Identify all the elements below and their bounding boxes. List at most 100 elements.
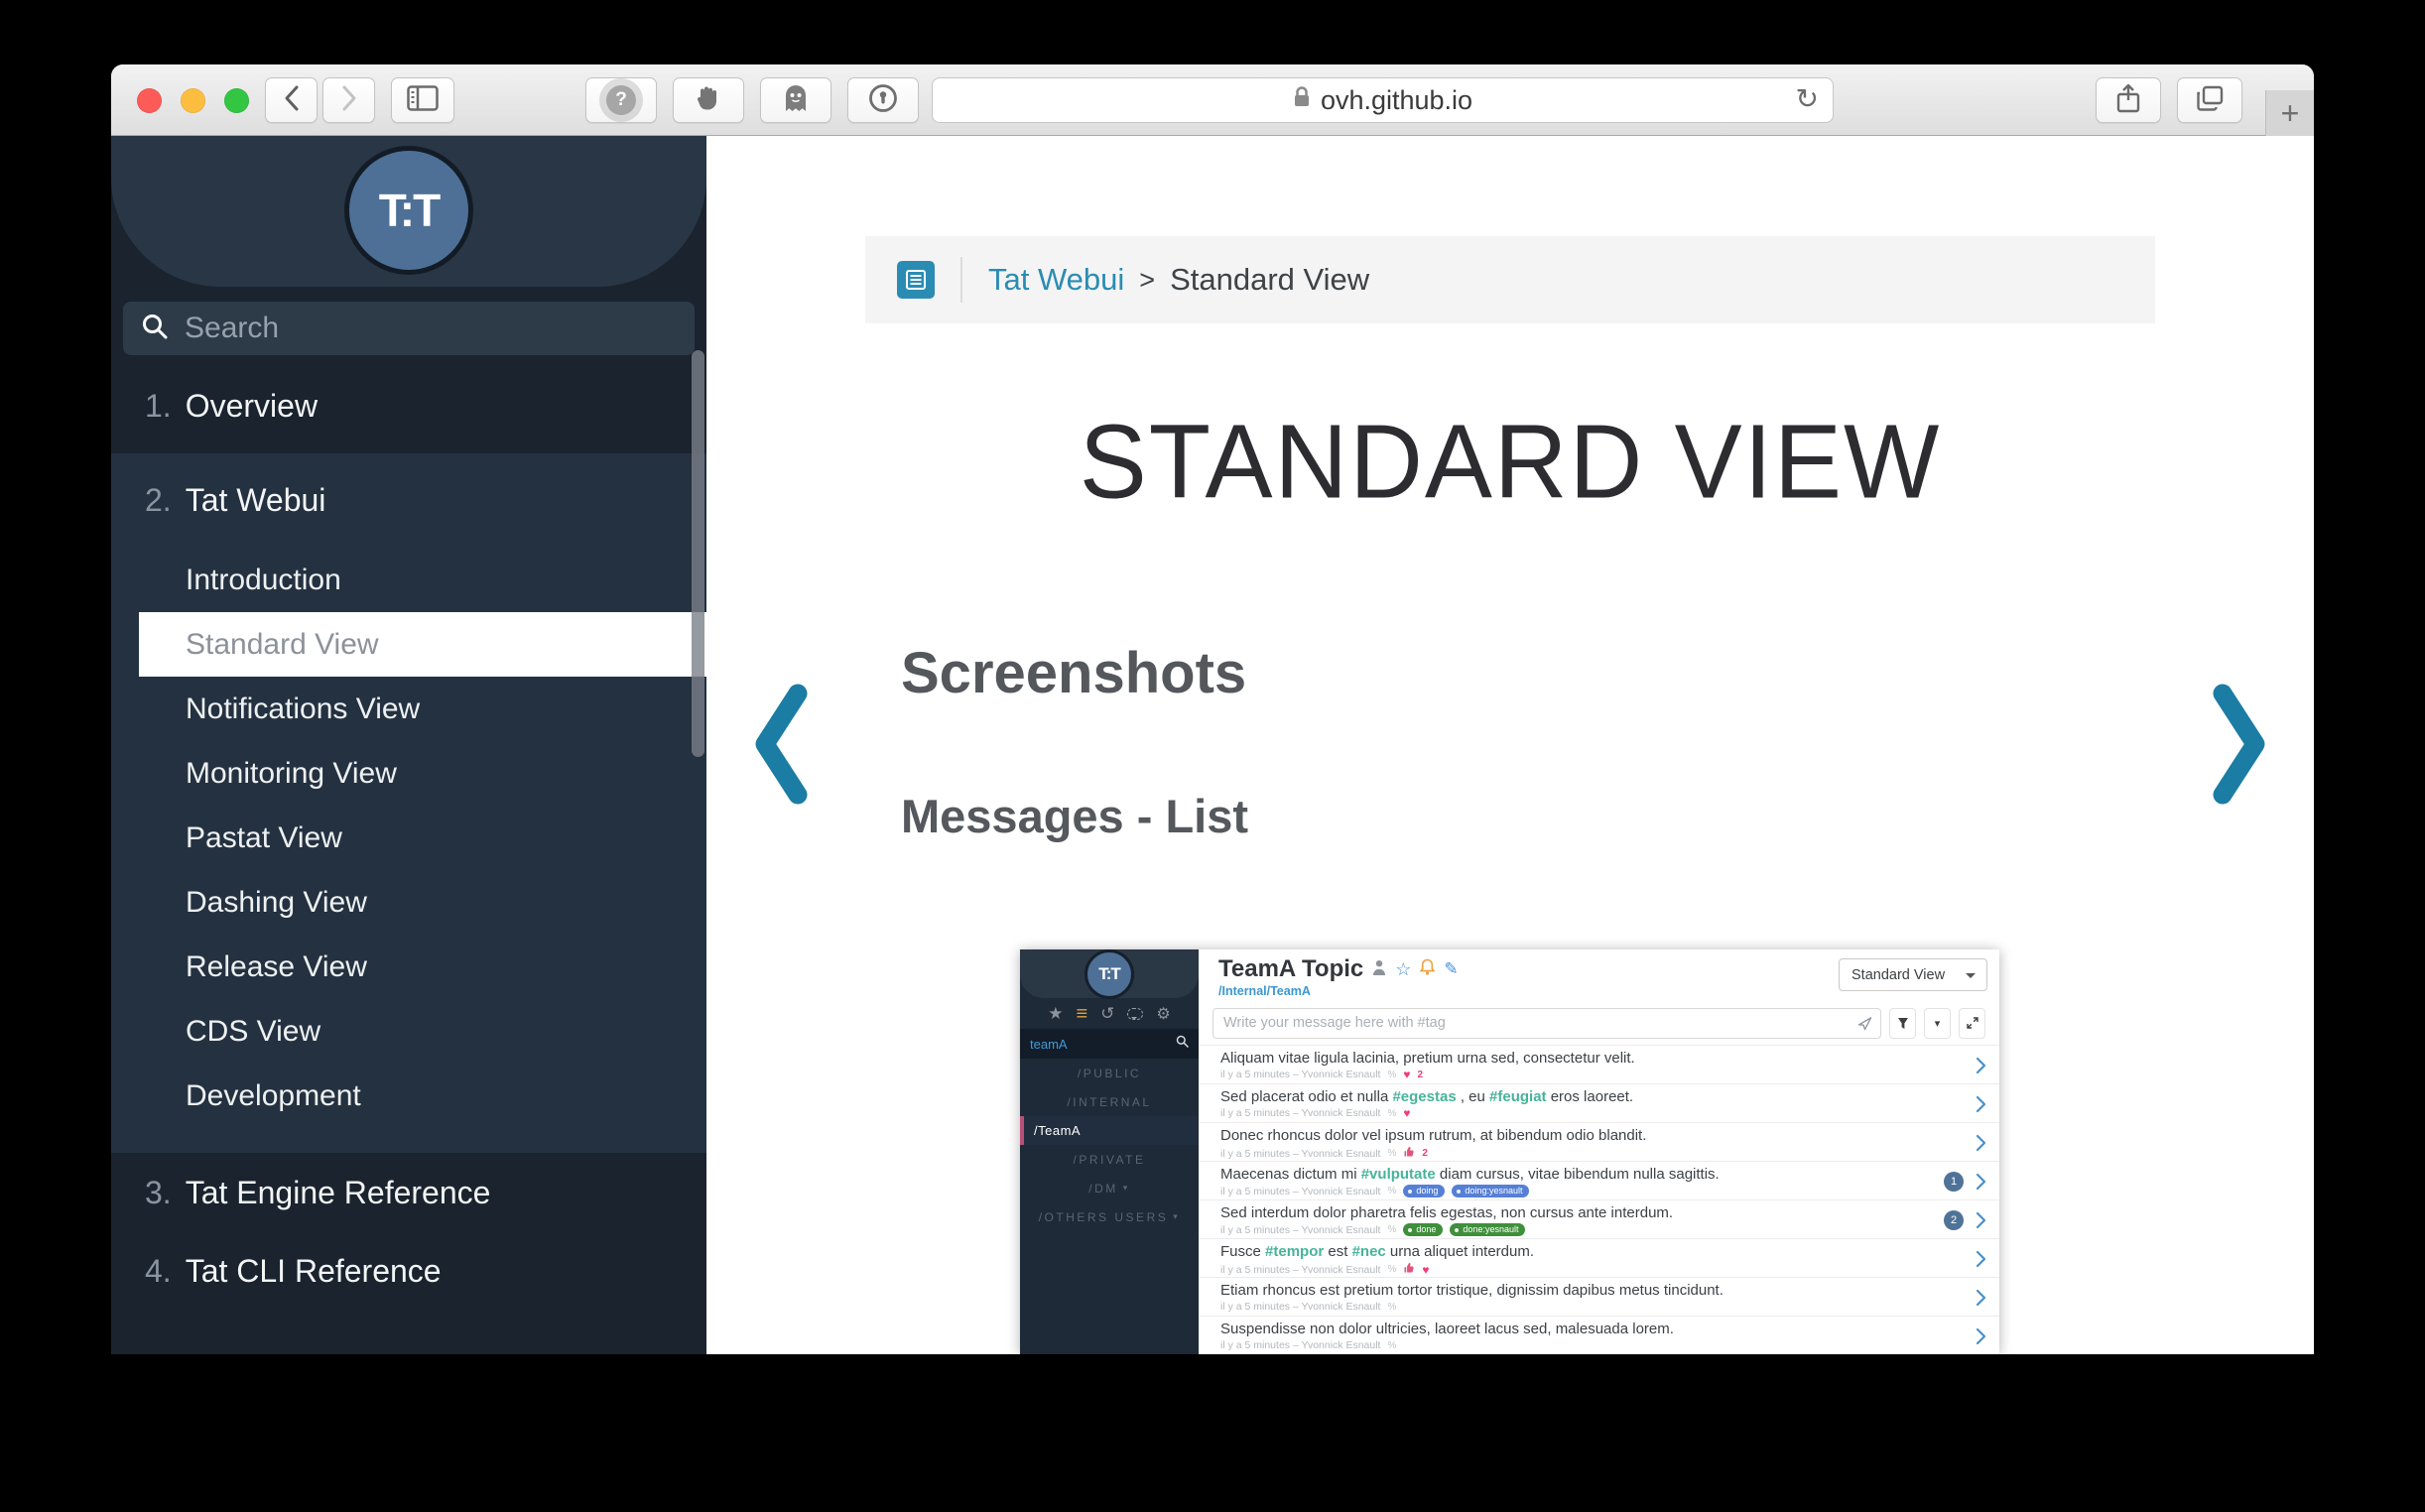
open-message-chevron[interactable]	[1976, 1134, 1986, 1157]
sidebar-item-tat-webui[interactable]: 2.Tat Webui	[111, 453, 706, 548]
message-row[interactable]: Sed interdum dolor pharetra felis egesta…	[1199, 1199, 1999, 1238]
link-icon[interactable]: %	[1387, 1108, 1396, 1119]
bell-icon[interactable]	[1420, 958, 1435, 980]
favorite-star-icon[interactable]: ☆	[1395, 959, 1411, 980]
sidebar-item-tat-cli-reference[interactable]: 4.Tat CLI Reference	[111, 1232, 706, 1310]
new-tab-button[interactable]: +	[2265, 90, 2314, 136]
hashtag[interactable]: #egestas	[1392, 1088, 1456, 1105]
open-message-chevron[interactable]	[1976, 1057, 1986, 1079]
mini-topic-search[interactable]: teamA	[1020, 1029, 1199, 1059]
view-selector-dropdown[interactable]: Standard View	[1839, 958, 1987, 991]
sidebar-item-notifications-view[interactable]: Notifications View	[111, 677, 706, 741]
message-row[interactable]: Aliquam vitae ligula lacinia, pretium ur…	[1199, 1045, 1999, 1083]
message-row[interactable]: Fusce #tempor est #nec urna aliquet inte…	[1199, 1238, 1999, 1277]
heart-icon[interactable]: ♥	[1403, 1107, 1410, 1119]
breadcrumb-link[interactable]: Tat Webui	[988, 262, 1124, 298]
open-message-chevron[interactable]	[1976, 1173, 1986, 1196]
link-icon[interactable]: %	[1387, 1148, 1396, 1159]
next-page-arrow[interactable]	[2211, 684, 2268, 810]
message-row[interactable]: Maecenas dictum mi #vulputate diam cursu…	[1199, 1161, 1999, 1199]
send-icon[interactable]	[1857, 1016, 1872, 1036]
message-row[interactable]: Suspendisse non dolor ultricies, laoreet…	[1199, 1316, 1999, 1354]
thumb-up-icon[interactable]	[1403, 1262, 1415, 1277]
doc-list-icon[interactable]	[897, 261, 935, 299]
message-row[interactable]: Etiam rhoncus est pretium tortor tristiq…	[1199, 1277, 1999, 1316]
more-options-button[interactable]: ▾	[1924, 1008, 1951, 1039]
open-message-chevron[interactable]	[1976, 1327, 1986, 1350]
settings-gear-icon[interactable]: ⚙	[1156, 1004, 1170, 1024]
open-message-chevron[interactable]	[1976, 1289, 1986, 1312]
expand-button[interactable]	[1959, 1008, 1985, 1039]
filter-button[interactable]	[1889, 1008, 1916, 1039]
sidebar-item-monitoring-view[interactable]: Monitoring View	[111, 741, 706, 806]
label-pill[interactable]: done	[1403, 1223, 1443, 1236]
sidebar-item-dashing-view[interactable]: Dashing View	[111, 870, 706, 935]
close-window-button[interactable]	[137, 88, 162, 113]
hashtag[interactable]: #feugiat	[1489, 1088, 1547, 1105]
open-message-chevron[interactable]	[1976, 1211, 1986, 1234]
sidebar-item-cds-view[interactable]: CDS View	[111, 999, 706, 1064]
link-icon[interactable]: %	[1387, 1224, 1396, 1235]
tat-logo[interactable]: T:T	[344, 146, 473, 275]
show-tabs-button[interactable]	[2177, 77, 2242, 123]
forward-button[interactable]	[322, 77, 375, 123]
open-message-chevron[interactable]	[1976, 1250, 1986, 1273]
mini-topic-internal[interactable]: /INTERNAL	[1020, 1087, 1199, 1116]
blocker-extension-button[interactable]	[673, 77, 744, 123]
chat-bubble-icon[interactable]	[1127, 1008, 1143, 1020]
history-icon[interactable]: ↺	[1100, 1004, 1114, 1024]
message-row[interactable]: Donec rhoncus dolor vel ipsum rutrum, at…	[1199, 1122, 1999, 1161]
label-pill[interactable]: done:yesnault	[1450, 1223, 1525, 1236]
favorites-icon[interactable]: ★	[1048, 1004, 1063, 1024]
ghost-extension-button[interactable]	[760, 77, 831, 123]
hashtag[interactable]: #tempor	[1265, 1243, 1324, 1260]
minimize-window-button[interactable]	[181, 88, 205, 113]
sidebar-item-standard-view[interactable]: Standard View	[139, 612, 706, 677]
mini-topic-private[interactable]: /PRIVATE	[1020, 1145, 1199, 1174]
topic-list-icon[interactable]: ≡	[1076, 1004, 1087, 1024]
share-button[interactable]	[2096, 77, 2161, 123]
heart-icon[interactable]: ♥	[1403, 1069, 1410, 1080]
message-row[interactable]: Sed placerat odio et nulla #egestas , eu…	[1199, 1083, 1999, 1122]
password-extension-button[interactable]	[847, 77, 919, 123]
mini-topic-others-users[interactable]: /OTHERS USERS▾	[1020, 1202, 1199, 1231]
hashtag[interactable]: #vulputate	[1361, 1166, 1436, 1183]
sidebar-item-development[interactable]: Development	[111, 1064, 706, 1128]
sidebar-toggle-button[interactable]	[391, 77, 454, 123]
address-bar[interactable]: ovh.github.io ↻	[932, 77, 1834, 123]
thumb-up-icon[interactable]	[1403, 1146, 1415, 1161]
back-button[interactable]	[265, 77, 318, 123]
sidebar-item-tat-engine-reference[interactable]: 3.Tat Engine Reference	[111, 1153, 706, 1232]
reply-count-badge[interactable]: 2	[1944, 1210, 1964, 1230]
link-icon[interactable]: %	[1387, 1264, 1396, 1275]
link-icon[interactable]: %	[1387, 1302, 1396, 1313]
hashtag[interactable]: #nec	[1352, 1243, 1386, 1260]
message-input[interactable]: Write your message here with #tag	[1212, 1008, 1881, 1039]
zoom-window-button[interactable]	[224, 88, 249, 113]
mini-topic-public[interactable]: /PUBLIC	[1020, 1059, 1199, 1087]
link-icon[interactable]: %	[1387, 1186, 1396, 1197]
mini-topic-dm[interactable]: /DM▾	[1020, 1174, 1199, 1202]
link-icon[interactable]: %	[1387, 1070, 1396, 1080]
sidebar-scrollbar[interactable]	[692, 350, 704, 757]
sidebar-item-overview[interactable]: 1.Overview	[111, 359, 706, 453]
prev-page-arrow[interactable]	[752, 684, 810, 810]
edit-pencil-icon[interactable]: ✎	[1444, 959, 1458, 979]
reply-count-badge[interactable]: 1	[1944, 1172, 1964, 1192]
message-text: Suspendisse non dolor ultricies, laoreet…	[1220, 1321, 1936, 1337]
heart-icon[interactable]: ♥	[1422, 1264, 1429, 1276]
user-icon[interactable]	[1372, 959, 1386, 980]
link-icon[interactable]: %	[1387, 1340, 1396, 1351]
label-pill[interactable]: doing	[1403, 1185, 1445, 1197]
refresh-button[interactable]: ↻	[1796, 82, 1819, 115]
sidebar-item-release-view[interactable]: Release View	[111, 935, 706, 999]
label-pill[interactable]: doing:yesnault	[1452, 1185, 1529, 1197]
page-body: T:T Search 1.Overview2.Tat WebuiIntroduc…	[111, 136, 2314, 1354]
help-extension-button[interactable]: ?	[585, 77, 657, 123]
sidebar-search[interactable]: Search	[123, 302, 695, 355]
sidebar-item-introduction[interactable]: Introduction	[111, 548, 706, 612]
sidebar-item-pastat-view[interactable]: Pastat View	[111, 806, 706, 870]
open-message-chevron[interactable]	[1976, 1095, 1986, 1118]
mini-topic-teama[interactable]: /TeamA	[1020, 1116, 1199, 1145]
mini-topic-path[interactable]: /Internal/TeamA	[1218, 984, 1311, 998]
